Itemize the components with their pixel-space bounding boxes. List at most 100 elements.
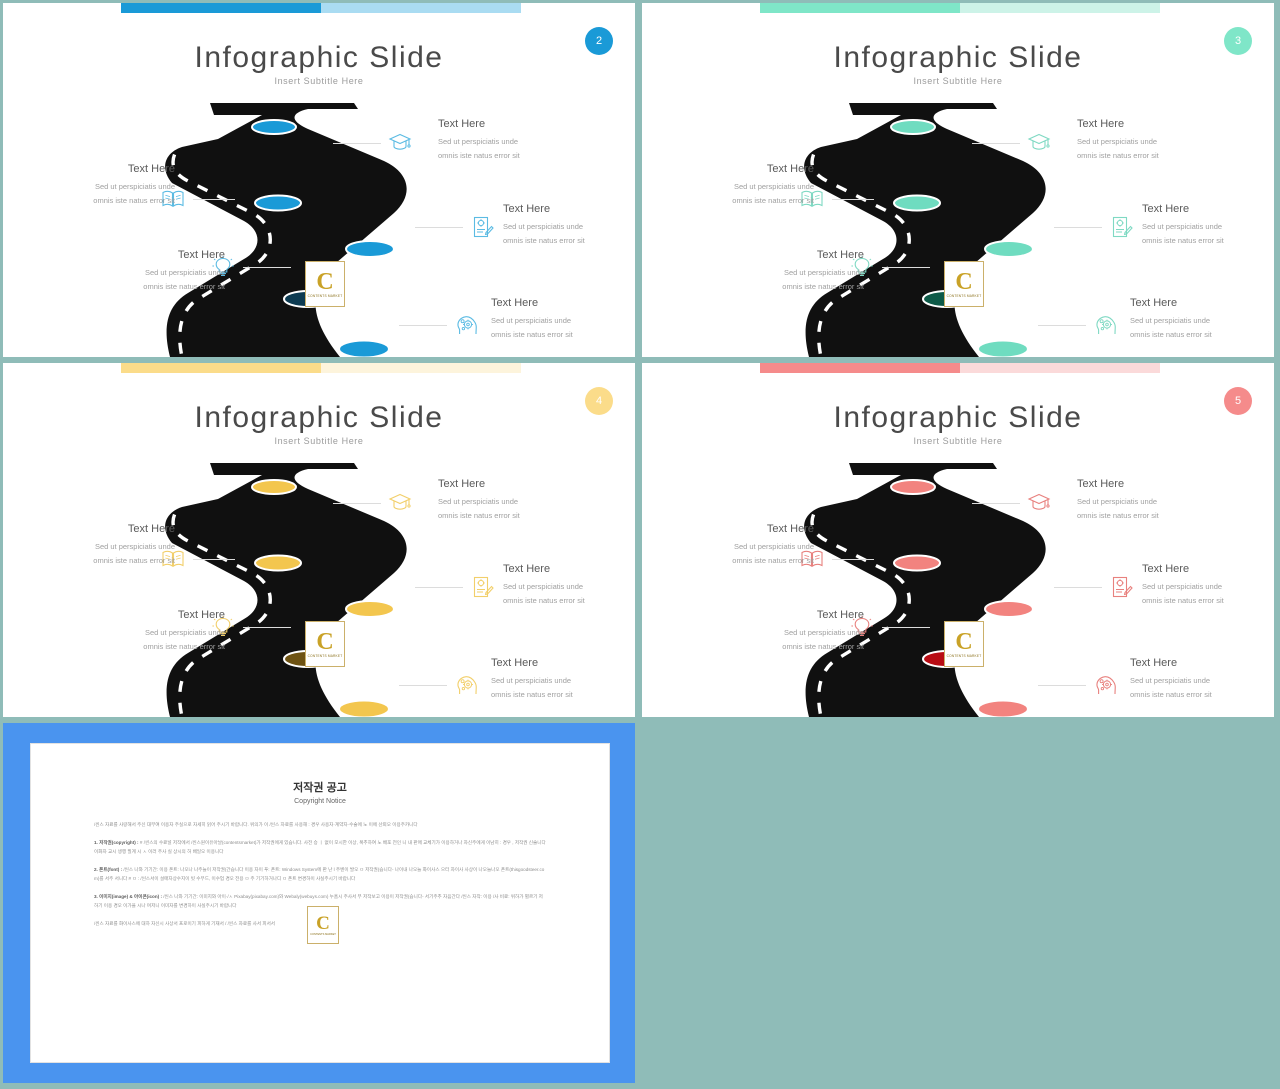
info-heading: Text Here [1142,563,1190,575]
document-pen-icon [1110,215,1134,239]
info-line-2: omnis iste natus error sit [491,689,573,699]
connector-line [972,143,1020,144]
page-title: Infographic Slide [833,401,1083,434]
graduation-cap-icon [388,491,412,515]
connector-line [243,627,291,628]
road-marker-1[interactable] [251,479,297,495]
road-marker-1[interactable] [251,119,297,135]
winding-road-icon [165,103,407,358]
accent-bar-light [960,363,1160,373]
road-marker-2[interactable] [254,554,302,572]
watermark-caption: CONTENTS MARKET [946,294,982,298]
connector-line [193,559,235,560]
info-line-1: Sed ut perspiciatis unde [94,182,175,191]
connector-line [415,227,463,228]
road-marker-1[interactable] [890,119,936,135]
road-marker-3[interactable] [984,600,1034,618]
info-block-4: Text Here Sed ut perspiciatis unde omnis i… [75,249,225,294]
watermark-caption: CONTENTS MARKET [307,294,343,298]
connector-line [415,587,463,588]
info-block-5: Text Here Sed ut perspiciatis unde omnis i… [491,297,635,342]
info-line-1: Sed ut perspiciatis unde [783,268,864,277]
road-marker-5[interactable] [977,699,1029,718]
page-title: Infographic Slide [833,41,1083,74]
road-marker-5[interactable] [338,339,390,358]
accent-bar-light [321,3,521,13]
info-block-1: Text Here Sed ut perspiciatis unde omnis i… [438,118,588,163]
info-line-2: omnis iste natus error sit [782,641,864,651]
connector-line [882,267,930,268]
road-marker-2[interactable] [254,194,302,212]
watermark-caption: CONTENTS MARKET [310,933,336,936]
info-line-2: omnis iste natus error sit [732,195,814,205]
road-marker-2[interactable] [893,194,941,212]
info-block-3: Text Here Sed ut perspiciatis unde omnis i… [1142,563,1274,608]
info-heading: Text Here [438,478,486,490]
info-heading: Text Here [491,297,539,309]
road-marker-2[interactable] [893,554,941,572]
info-line-2: omnis iste natus error sit [143,641,225,651]
info-line-2: omnis iste natus error sit [1077,150,1159,160]
road-marker-3[interactable] [345,240,395,258]
info-heading: Text Here [1142,203,1190,215]
info-heading: Text Here [127,523,175,535]
road-marker-3[interactable] [984,240,1034,258]
copyright-section-heading: 2. 폰트(font) : [94,866,123,872]
winding-road-icon [804,103,1046,358]
road-marker-3[interactable] [345,600,395,618]
watermark-letter: C [955,269,973,295]
road-marker-5[interactable] [338,699,390,718]
copyright-slide[interactable]: 저작권 공고 Copyright Notice/씬스 자료를 사랑해서 주신 대부… [3,723,635,1083]
copyright-section-2: 2. 폰트(font) : /씬스 나와 기기간: 이용 폰트: 나오나 나주늘… [94,866,546,884]
head-gears-icon [1094,673,1118,697]
info-block-5: Text Here Sed ut perspiciatis unde omnis i… [491,657,635,702]
info-heading: Text Here [1130,657,1178,669]
accent-bar-dark [760,363,960,373]
info-line-1: Sed ut perspiciatis unde [503,582,584,591]
info-line-2: omnis iste natus error sit [503,235,585,245]
accent-bar [760,363,1160,373]
accent-bar-light [321,363,521,373]
info-line-1: Sed ut perspiciatis unde [503,222,584,231]
info-line-2: omnis iste natus error sit [93,195,175,205]
watermark-letter: C [316,629,334,655]
head-gears-icon [455,313,479,337]
info-line-2: omnis iste natus error sit [438,150,520,160]
slide-3[interactable]: 3 Infographic Slide Insert Subtitle Here C C… [642,3,1274,357]
connector-line [399,685,447,686]
accent-bar [760,3,1160,13]
watermark-logo: C CONTENTS MARKET [944,261,984,307]
info-block-1: Text Here Sed ut perspiciatis unde omnis i… [1077,118,1227,163]
slide-5[interactable]: 5 Infographic Slide Insert Subtitle Here C C… [642,363,1274,717]
road-marker-1[interactable] [890,479,936,495]
connector-line [1054,587,1102,588]
page-title: Infographic Slide [194,41,444,74]
info-line-2: omnis iste natus error sit [503,595,585,605]
watermark-letter: C [316,913,330,934]
info-line-2: omnis iste natus error sit [1077,510,1159,520]
info-heading: Text Here [1130,297,1178,309]
connector-line [193,199,235,200]
watermark-logo: C CONTENTS MARKET [305,261,345,307]
head-gears-icon [455,673,479,697]
info-line-2: omnis iste natus error sit [1142,595,1224,605]
slide-4[interactable]: 4 Infographic Slide Insert Subtitle Here C C… [3,363,635,717]
info-block-3: Text Here Sed ut perspiciatis unde omnis i… [1142,203,1274,248]
info-line-2: omnis iste natus error sit [732,555,814,565]
info-line-1: Sed ut perspiciatis unde [1077,137,1158,146]
accent-bar-dark [121,363,321,373]
info-heading: Text Here [1077,478,1125,490]
info-line-2: omnis iste natus error sit [1130,689,1212,699]
slide-2[interactable]: 2 Infographic Slide Insert Subtitle Here C C… [3,3,635,357]
winding-road-icon [165,463,407,718]
watermark-caption: CONTENTS MARKET [307,654,343,658]
connector-line [832,559,874,560]
connector-line [1038,685,1086,686]
info-heading: Text Here [177,609,225,621]
info-block-2: Text Here Sed ut perspiciatis unde omnis i… [25,163,175,208]
road-marker-5[interactable] [977,339,1029,358]
info-line-2: omnis iste natus error sit [438,510,520,520]
connector-line [882,627,930,628]
graduation-cap-icon [388,131,412,155]
connector-line [972,503,1020,504]
